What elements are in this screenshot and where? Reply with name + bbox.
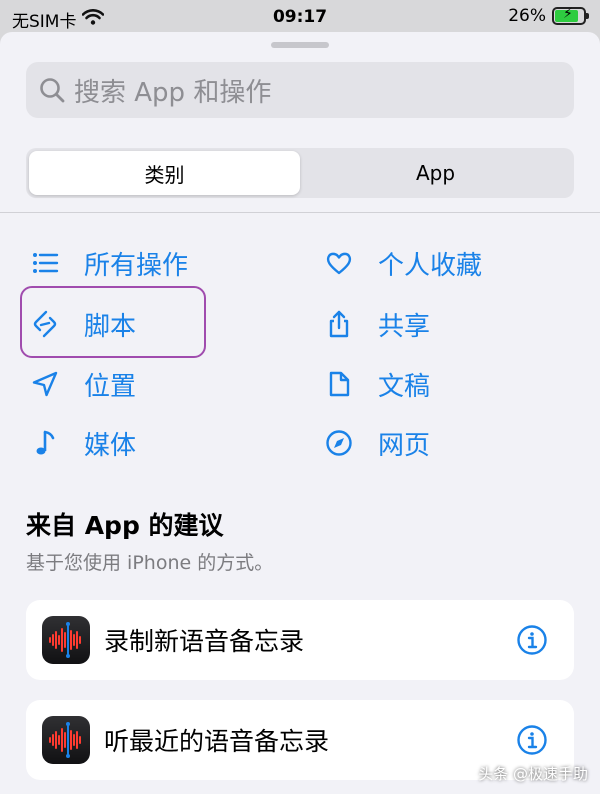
document-icon xyxy=(324,369,354,399)
segment-categories[interactable]: 类别 xyxy=(29,151,300,195)
status-bar: 无SIM卡 09:17 26% ⚡ xyxy=(0,0,600,34)
segmented-control: 类别 App xyxy=(26,148,574,198)
voice-memos-icon xyxy=(42,616,90,664)
divider xyxy=(0,212,600,213)
category-web[interactable]: 网页 xyxy=(324,421,430,465)
compass-icon xyxy=(324,428,354,458)
list-icon xyxy=(30,248,60,278)
watermark: 头条 @极速手助 xyxy=(478,765,588,783)
suggestions-subtitle: 基于您使用 iPhone 的方式。 xyxy=(26,552,274,574)
search-icon xyxy=(38,76,66,104)
charging-bolt-icon: ⚡ xyxy=(563,6,573,22)
suggestion-label: 听最近的语音备忘录 xyxy=(104,727,330,756)
status-right: 26% ⚡ xyxy=(508,6,589,26)
battery-icon: ⚡ xyxy=(552,6,589,25)
suggestions-title: 来自 App 的建议 xyxy=(26,511,224,540)
category-label: 个人收藏 xyxy=(378,250,483,281)
search-field[interactable]: 搜索 App 和操作 xyxy=(26,62,574,118)
category-label: 位置 xyxy=(84,371,137,402)
category-sharing[interactable]: 共享 xyxy=(324,302,430,346)
info-icon[interactable] xyxy=(516,624,548,656)
category-location[interactable]: 位置 xyxy=(30,362,136,406)
sheet-grabber[interactable] xyxy=(271,42,329,48)
category-all-actions[interactable]: 所有操作 xyxy=(30,241,188,285)
category-label: 所有操作 xyxy=(84,250,189,281)
category-documents[interactable]: 文稿 xyxy=(324,362,430,406)
suggestion-card[interactable]: 录制新语音备忘录 xyxy=(26,600,574,680)
category-label: 共享 xyxy=(378,311,431,342)
share-icon xyxy=(324,309,354,339)
info-icon[interactable] xyxy=(516,724,548,756)
highlight-annotation xyxy=(20,286,206,358)
suggestion-label: 录制新语音备忘录 xyxy=(104,627,305,656)
category-label: 网页 xyxy=(378,430,431,461)
battery-percentage: 26% xyxy=(508,6,546,26)
search-input[interactable]: 搜索 App 和操作 xyxy=(74,72,271,109)
voice-memos-icon xyxy=(42,716,90,764)
heart-icon xyxy=(324,248,354,278)
category-label: 媒体 xyxy=(84,430,137,461)
music-note-icon xyxy=(30,428,60,458)
location-arrow-icon xyxy=(30,369,60,399)
category-favorites[interactable]: 个人收藏 xyxy=(324,241,482,285)
category-media[interactable]: 媒体 xyxy=(30,421,136,465)
actions-sheet: 搜索 App 和操作 类别 App 所有操作 脚本 位置 媒体 个人收藏 共享 … xyxy=(0,32,600,794)
segment-app[interactable]: App xyxy=(300,151,571,195)
category-label: 文稿 xyxy=(378,371,431,402)
